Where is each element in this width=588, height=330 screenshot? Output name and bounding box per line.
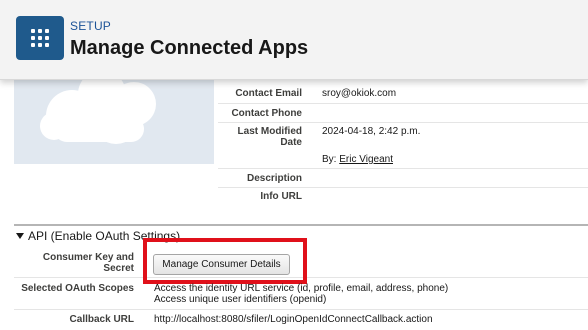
oauth-scopes-row: Selected OAuth Scopes Access the identit… (14, 280, 588, 310)
oauth-scopes-label: Selected OAuth Scopes (21, 283, 134, 294)
row-divider (14, 309, 588, 310)
setup-breadcrumb: SETUP (70, 19, 112, 33)
consumer-key-label-line1: Consumer Key and (42, 252, 134, 263)
modified-by-user-link[interactable]: Eric Vigeant (339, 154, 393, 165)
consumer-key-label-line2: Secret (103, 263, 134, 274)
highlight-annotation (143, 238, 307, 284)
contact-email-value: sroy@okiok.com (322, 88, 397, 99)
last-modified-label-line2: Date (280, 137, 302, 148)
last-modified-label: Last Modified Date (218, 126, 302, 148)
modified-by: By: Eric Vigeant (322, 154, 393, 166)
contact-phone-label: Contact Phone (231, 108, 302, 119)
grid-dots (31, 29, 49, 47)
collapse-triangle-icon (16, 233, 24, 239)
callback-url-label: Callback URL (69, 314, 134, 325)
description-row: Description (218, 169, 588, 188)
contact-phone-row: Contact Phone (218, 104, 588, 123)
last-modified-value: 2024-04-18, 2:42 p.m. (322, 126, 421, 137)
setup-header: SETUP Manage Connected Apps (0, 0, 588, 80)
oauth-scope-item: Access the identity URL service (id, pro… (154, 283, 449, 294)
app-grid-icon (16, 16, 64, 60)
section-divider (14, 224, 588, 226)
last-modified-row: Last Modified Date 2024-04-18, 2:42 p.m.… (218, 123, 588, 169)
last-modified-label-line1: Last Modified (237, 126, 302, 137)
description-label: Description (246, 173, 302, 184)
info-url-label: Info URL (260, 191, 302, 202)
info-url-row: Info URL (218, 188, 588, 206)
oauth-scope-item: Access unique user identifiers (openid) (154, 294, 327, 305)
contact-email-row: Contact Email sroy@okiok.com (218, 86, 588, 104)
callback-url-row: Callback URL http://localhost:8080/sfile… (14, 311, 588, 330)
consumer-key-label: Consumer Key and Secret (14, 252, 134, 274)
page-title: Manage Connected Apps (70, 37, 309, 59)
contact-email-label: Contact Email (235, 88, 302, 99)
callback-url-value: http://localhost:8080/sfiler/LoginOpenId… (154, 314, 433, 325)
modified-by-prefix: By: (322, 154, 337, 165)
